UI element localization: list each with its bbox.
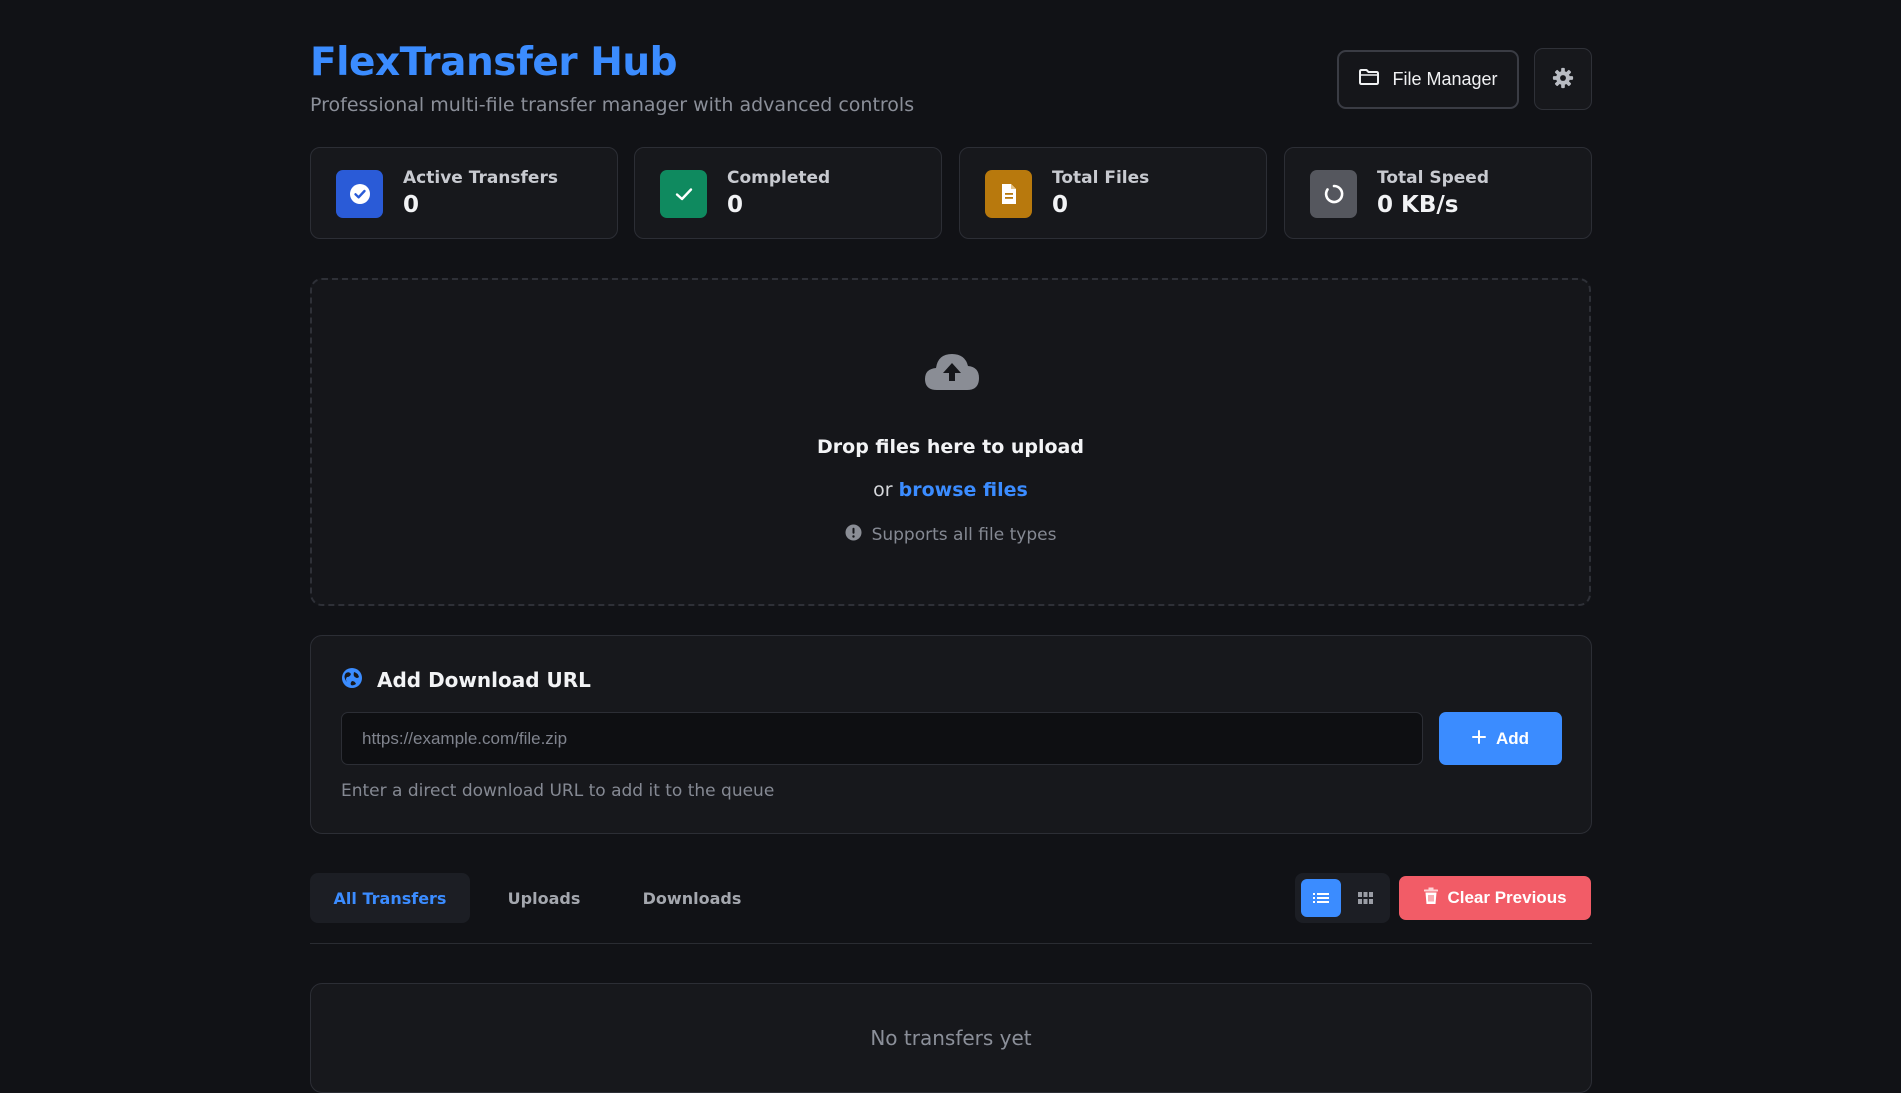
tab-downloads[interactable]: Downloads [620,873,764,923]
tabs-divider [310,943,1592,944]
stat-label: Total Speed [1377,168,1490,188]
clear-previous-button[interactable]: Clear Previous [1399,876,1591,920]
add-url-button[interactable]: Add [1439,712,1562,765]
dropzone-title: Drop files here to upload [817,436,1084,458]
stat-label: Completed [727,168,831,188]
check-circle-icon [336,170,383,218]
header: FlexTransfer Hub Professional multi-file… [310,40,1592,120]
stat-value: 0 KB/s [1377,192,1459,218]
stat-label: Total Files [1052,168,1150,188]
list-icon [1313,889,1329,908]
dropzone-note: Supports all file types [312,524,1589,546]
check-icon [660,170,707,218]
browse-files-link[interactable]: browse files [899,479,1028,501]
app-title: FlexTransfer Hub [310,40,678,85]
stat-card-total-files: Total Files 0 [959,147,1267,239]
info-icon [845,524,862,546]
transfer-list: No transfers yet [310,983,1592,1093]
add-url-label: Add [1495,728,1530,748]
stat-value: 0 [727,192,744,218]
grid-view-button[interactable] [1345,879,1385,917]
view-mode-toggle [1295,873,1390,923]
grid-icon [1357,889,1373,908]
clear-previous-label: Clear Previous [1447,888,1567,907]
empty-state-text: No transfers yet [870,1026,1032,1050]
add-download-url-panel: Add Download URL Add Enter a direct down… [310,635,1592,834]
file-dropzone[interactable]: Drop files here to upload or browse file… [310,278,1591,606]
stat-card-active-transfers: Active Transfers 0 [310,147,618,239]
folder-icon [1358,68,1380,91]
file-manager-button[interactable]: File Manager [1337,50,1519,109]
stat-value: 0 [403,192,420,218]
url-panel-heading: Add Download URL [341,666,591,694]
dropzone-or-text: or [873,479,893,501]
globe-icon [341,667,363,694]
plus-icon [1471,729,1486,749]
spinner-icon [1310,170,1357,218]
page: FlexTransfer Hub Professional multi-file… [310,0,1592,1093]
stat-label: Active Transfers [403,168,558,188]
cloud-upload-icon [922,348,982,396]
download-url-input[interactable] [341,712,1423,765]
document-icon [985,170,1032,218]
app-subtitle: Professional multi-file transfer manager… [310,94,915,116]
tab-all-transfers[interactable]: All Transfers [310,873,470,923]
stat-card-completed: Completed 0 [634,147,942,239]
tab-uploads[interactable]: Uploads [482,873,606,923]
settings-button[interactable] [1534,48,1592,110]
stat-card-total-speed: Total Speed 0 KB/s [1284,147,1592,239]
gear-icon [1552,67,1574,92]
file-manager-label: File Manager [1392,69,1498,89]
dropzone-or-line: or browse files [312,479,1589,501]
list-view-button[interactable] [1301,879,1341,917]
url-help-text: Enter a direct download URL to add it to… [341,781,775,801]
dropzone-note-text: Supports all file types [871,525,1057,545]
url-panel-title: Add Download URL [377,668,591,692]
trash-icon [1423,887,1439,910]
stat-value: 0 [1052,192,1069,218]
